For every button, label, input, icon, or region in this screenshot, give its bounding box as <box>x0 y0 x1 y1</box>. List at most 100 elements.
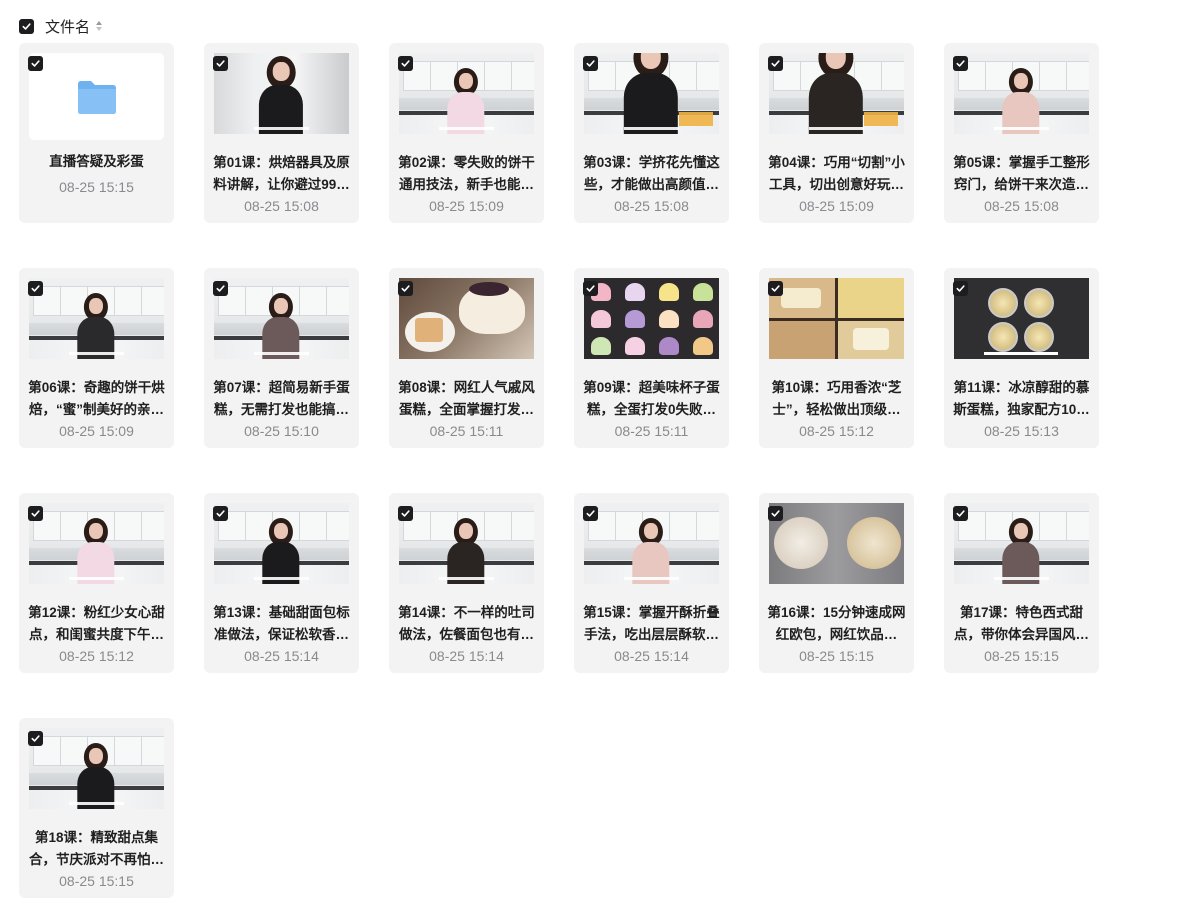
check-icon <box>31 60 40 67</box>
item-title[interactable]: 第14课：不一样的吐司做法，佐餐面包也有… <box>397 602 536 646</box>
video-thumbnail[interactable] <box>214 503 349 584</box>
video-thumbnail[interactable] <box>399 278 534 359</box>
video-thumbnail[interactable] <box>954 503 1089 584</box>
item-modified-time: 08-25 15:10 <box>244 423 319 439</box>
check-icon <box>216 285 225 292</box>
video-thumbnail[interactable] <box>29 503 164 584</box>
item-modified-time: 08-25 15:08 <box>614 198 689 214</box>
video-card[interactable]: 第13课：基础甜面包标准做法，保证松软香… 08-25 15:14 <box>204 493 359 673</box>
video-card[interactable]: 第14课：不一样的吐司做法，佐餐面包也有… 08-25 15:14 <box>389 493 544 673</box>
video-thumbnail[interactable] <box>214 278 349 359</box>
check-icon <box>216 510 225 517</box>
item-modified-time: 08-25 15:12 <box>799 423 874 439</box>
item-title[interactable]: 第04课：巧用“切割”小工具，切出创意好玩… <box>767 152 906 196</box>
item-checkbox[interactable] <box>583 56 598 71</box>
item-modified-time: 08-25 15:15 <box>984 648 1059 664</box>
video-card[interactable]: 第17课：特色西式甜点，带你体会异国风… 08-25 15:15 <box>944 493 1099 673</box>
video-card[interactable]: 第15课：掌握开酥折叠手法，吃出层层酥软… 08-25 15:14 <box>574 493 729 673</box>
check-icon <box>401 285 410 292</box>
video-thumbnail[interactable] <box>584 53 719 134</box>
video-card[interactable]: 第08课：网红人气戚风蛋糕，全面掌握打发… 08-25 15:11 <box>389 268 544 448</box>
video-card[interactable]: 第11课：冰凉醇甜的慕斯蛋糕，独家配方10… 08-25 15:13 <box>944 268 1099 448</box>
item-checkbox[interactable] <box>953 281 968 296</box>
video-thumbnail[interactable] <box>399 53 534 134</box>
video-card[interactable]: 第18课：精致甜点集合，节庆派对不再怕… 08-25 15:15 <box>19 718 174 898</box>
video-card[interactable]: 第09课：超美味杯子蛋糕，全蛋打发0失败… 08-25 15:11 <box>574 268 729 448</box>
video-card[interactable]: 第05课：掌握手工整形窍门，给饼干来次造… 08-25 15:08 <box>944 43 1099 223</box>
video-card[interactable]: 第01课：烘焙器具及原料讲解，让你避过99… 08-25 15:08 <box>204 43 359 223</box>
video-thumbnail[interactable] <box>29 728 164 809</box>
item-checkbox[interactable] <box>398 506 413 521</box>
video-card[interactable]: 第16课：15分钟速成网红欧包，网红饮品… 08-25 15:15 <box>759 493 914 673</box>
video-thumbnail[interactable] <box>769 53 904 134</box>
check-icon <box>771 510 780 517</box>
check-icon <box>216 60 225 67</box>
item-checkbox[interactable] <box>953 506 968 521</box>
item-checkbox[interactable] <box>213 56 228 71</box>
filename-sort-label[interactable]: 文件名 <box>45 16 90 37</box>
item-title[interactable]: 第03课：学挤花先懂这些，才能做出高颜值… <box>582 152 721 196</box>
item-title[interactable]: 第06课：奇趣的饼干烘焙，“蜜”制美好的亲… <box>27 377 166 421</box>
item-title[interactable]: 第02课：零失败的饼干通用技法，新手也能… <box>397 152 536 196</box>
check-icon <box>586 510 595 517</box>
video-card[interactable]: 第07课：超简易新手蛋糕，无需打发也能搞… 08-25 15:10 <box>204 268 359 448</box>
item-checkbox[interactable] <box>28 281 43 296</box>
item-title[interactable]: 第07课：超简易新手蛋糕，无需打发也能搞… <box>212 377 351 421</box>
video-thumbnail[interactable] <box>584 503 719 584</box>
video-thumbnail[interactable] <box>769 278 904 359</box>
video-card[interactable]: 第04课：巧用“切割”小工具，切出创意好玩… 08-25 15:09 <box>759 43 914 223</box>
video-thumbnail[interactable] <box>399 503 534 584</box>
item-title[interactable]: 第09课：超美味杯子蛋糕，全蛋打发0失败… <box>582 377 721 421</box>
item-checkbox[interactable] <box>398 281 413 296</box>
item-checkbox[interactable] <box>28 56 43 71</box>
select-all-checkbox[interactable] <box>19 18 34 34</box>
video-card[interactable]: 第02课：零失败的饼干通用技法，新手也能… 08-25 15:09 <box>389 43 544 223</box>
folder-thumbnail[interactable] <box>29 53 164 140</box>
video-thumbnail[interactable] <box>769 503 904 584</box>
video-thumbnail[interactable] <box>29 278 164 359</box>
item-checkbox[interactable] <box>398 56 413 71</box>
item-checkbox[interactable] <box>583 506 598 521</box>
video-card[interactable]: 第12课：粉红少女心甜点，和闺蜜共度下午… 08-25 15:12 <box>19 493 174 673</box>
item-title[interactable]: 直播答疑及彩蛋 <box>27 151 166 173</box>
video-thumbnail[interactable] <box>954 278 1089 359</box>
item-title[interactable]: 第08课：网红人气戚风蛋糕，全面掌握打发… <box>397 377 536 421</box>
item-title[interactable]: 第17课：特色西式甜点，带你体会异国风… <box>952 602 1091 646</box>
check-icon <box>31 285 40 292</box>
item-title[interactable]: 第01课：烘焙器具及原料讲解，让你避过99… <box>212 152 351 196</box>
video-thumbnail[interactable] <box>954 53 1089 134</box>
item-title[interactable]: 第10课：巧用香浓“芝士”，轻松做出顶级… <box>767 377 906 421</box>
item-title[interactable]: 第15课：掌握开酥折叠手法，吃出层层酥软… <box>582 602 721 646</box>
item-title[interactable]: 第11课：冰凉醇甜的慕斯蛋糕，独家配方10… <box>952 377 1091 421</box>
check-icon <box>586 285 595 292</box>
item-modified-time: 08-25 15:09 <box>799 198 874 214</box>
check-icon <box>401 510 410 517</box>
video-card[interactable]: 第10课：巧用香浓“芝士”，轻松做出顶级… 08-25 15:12 <box>759 268 914 448</box>
item-title[interactable]: 第13课：基础甜面包标准做法，保证松软香… <box>212 602 351 646</box>
item-checkbox[interactable] <box>768 281 783 296</box>
item-checkbox[interactable] <box>28 731 43 746</box>
item-title[interactable]: 第05课：掌握手工整形窍门，给饼干来次造… <box>952 152 1091 196</box>
item-checkbox[interactable] <box>768 506 783 521</box>
video-card[interactable]: 第06课：奇趣的饼干烘焙，“蜜”制美好的亲… 08-25 15:09 <box>19 268 174 448</box>
item-title[interactable]: 第16课：15分钟速成网红欧包，网红饮品… <box>767 602 906 646</box>
item-checkbox[interactable] <box>583 281 598 296</box>
item-checkbox[interactable] <box>768 56 783 71</box>
video-card[interactable]: 第03课：学挤花先懂这些，才能做出高颜值… 08-25 15:08 <box>574 43 729 223</box>
item-modified-time: 08-25 15:12 <box>59 648 134 664</box>
item-checkbox[interactable] <box>213 506 228 521</box>
item-checkbox[interactable] <box>213 281 228 296</box>
item-checkbox[interactable] <box>953 56 968 71</box>
item-title[interactable]: 第12课：粉红少女心甜点，和闺蜜共度下午… <box>27 602 166 646</box>
video-thumbnail[interactable] <box>584 278 719 359</box>
sort-updown-icon[interactable] <box>95 20 103 32</box>
check-icon <box>771 60 780 67</box>
check-icon <box>956 285 965 292</box>
item-modified-time: 08-25 15:14 <box>244 648 319 664</box>
item-checkbox[interactable] <box>28 506 43 521</box>
item-modified-time: 08-25 15:13 <box>984 423 1059 439</box>
video-thumbnail[interactable] <box>214 53 349 134</box>
item-title[interactable]: 第18课：精致甜点集合，节庆派对不再怕… <box>27 827 166 871</box>
file-grid: 直播答疑及彩蛋 08-25 15:15 第01课：烘焙器具及原料讲解，让你避过9… <box>19 43 1099 898</box>
folder-card[interactable]: 直播答疑及彩蛋 08-25 15:15 <box>19 43 174 223</box>
